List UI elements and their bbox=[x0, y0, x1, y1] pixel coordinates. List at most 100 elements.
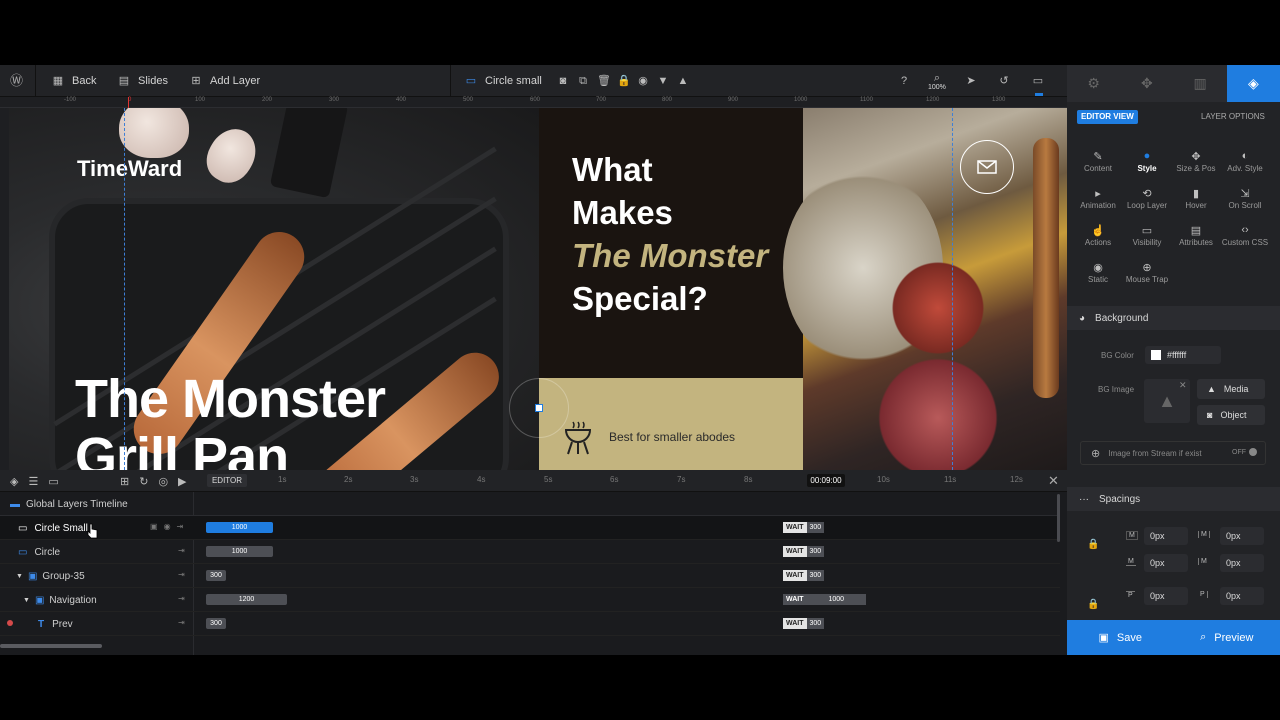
cursor-icon[interactable]: ➤ bbox=[965, 65, 977, 97]
padding-top-input[interactable]: 0px bbox=[1144, 587, 1188, 605]
padding-right-input[interactable]: 0px bbox=[1220, 587, 1264, 605]
pepper-mill-image bbox=[1033, 138, 1059, 398]
slides-button[interactable]: ▤ Slides bbox=[118, 65, 168, 97]
help-icon[interactable]: ? bbox=[898, 65, 910, 97]
media-button[interactable]: ▲ Media bbox=[1197, 379, 1265, 399]
chevron-down-icon[interactable]: ▼ bbox=[657, 75, 669, 87]
collapse-icon[interactable]: ⇥ bbox=[177, 522, 184, 531]
snap-icon[interactable]: ⊞ bbox=[120, 475, 129, 488]
wait-block[interactable]: WAIT 300 bbox=[783, 522, 825, 533]
slide-question: What Makes The Monster Special? bbox=[539, 108, 803, 378]
list-icon[interactable]: ☰ bbox=[28, 475, 38, 488]
zoom-control[interactable]: ⌕ 100% bbox=[928, 65, 946, 97]
editor-view-badge[interactable]: EDITOR VIEW bbox=[1077, 110, 1138, 124]
horizontal-scrollbar[interactable] bbox=[0, 644, 102, 648]
animation-bar[interactable]: 1200 bbox=[206, 594, 287, 605]
layer-row[interactable]: ▼ ▣ Navigation ⇥ 1200 WAIT 1000 bbox=[0, 588, 1060, 612]
collapse-icon[interactable]: ⇥ bbox=[178, 618, 185, 627]
animation-bar[interactable]: 1000 bbox=[206, 546, 273, 557]
margin-right-input[interactable]: 0px bbox=[1220, 527, 1264, 545]
layers-icon[interactable]: ◈ bbox=[10, 475, 18, 488]
image-from-stream-toggle[interactable]: ⊕ Image from Stream if exist OFF bbox=[1080, 441, 1266, 465]
on-scroll-option[interactable]: ⇲ On Scroll bbox=[1220, 187, 1270, 210]
object-button[interactable]: ◙ Object bbox=[1197, 405, 1265, 425]
link-lock-icon[interactable]: 🔒 bbox=[1087, 539, 1099, 550]
navigation-tab[interactable]: ✥ bbox=[1120, 65, 1173, 102]
undo-icon[interactable]: ↺ bbox=[998, 65, 1010, 97]
remove-icon[interactable]: ✕ bbox=[1179, 380, 1187, 391]
actions-option[interactable]: ☝ Actions bbox=[1073, 224, 1123, 247]
custom-css-option[interactable]: ‹› Custom CSS bbox=[1220, 224, 1270, 247]
margin-top-input[interactable]: 0px bbox=[1144, 527, 1188, 545]
layer-row[interactable]: ▭ Circle ⇥ 1000 WAIT 300 bbox=[0, 540, 1060, 564]
animation-bar[interactable]: 1000 bbox=[206, 522, 273, 533]
save-button[interactable]: ▣ Save bbox=[1067, 620, 1174, 655]
attributes-option[interactable]: ▤ Attributes bbox=[1171, 224, 1221, 247]
layer-selector[interactable]: ▭ Circle small bbox=[465, 65, 542, 97]
slide-canvas[interactable]: TimeWard The Monster Grill Pan What Make… bbox=[9, 108, 1067, 470]
chevron-up-icon[interactable]: ▲ bbox=[677, 75, 689, 87]
wordpress-icon[interactable]: Ⓦ bbox=[10, 65, 23, 97]
layer-row[interactable]: T Prev ⇥ 300 WAIT 300 bbox=[0, 612, 1060, 636]
question-text: Special? bbox=[572, 280, 708, 317]
slides-tab[interactable]: ▥ bbox=[1174, 65, 1227, 102]
add-layer-button[interactable]: ⊞ Add Layer bbox=[190, 65, 260, 97]
style-option[interactable]: ● Style bbox=[1122, 150, 1172, 173]
toggle-switch[interactable]: OFF bbox=[1232, 448, 1257, 456]
animation-bar[interactable]: 300 bbox=[206, 618, 226, 629]
margin-bottom-input[interactable]: 0px bbox=[1144, 554, 1188, 572]
magnet-icon[interactable]: ↻ bbox=[139, 475, 148, 488]
background-section-header[interactable]: ◕ Background bbox=[1067, 306, 1280, 330]
adv-style-option[interactable]: ◐ Adv. Style bbox=[1220, 150, 1270, 173]
edit-icon[interactable]: ◙ bbox=[557, 75, 569, 87]
spacings-section-header[interactable]: ··· Spacings bbox=[1067, 487, 1280, 511]
duplicate-icon[interactable]: ⧉ bbox=[577, 75, 589, 87]
mouse-trap-option[interactable]: ⊕ Mouse Trap bbox=[1122, 261, 1172, 284]
layer-row[interactable]: ▼ ▣ Group-35 ⇥ 300 WAIT 300 bbox=[0, 564, 1060, 588]
lock-icon[interactable]: 🔒 bbox=[617, 75, 631, 87]
back-button[interactable]: ▦ Back bbox=[52, 65, 97, 97]
collapse-icon[interactable]: ⇥ bbox=[178, 570, 185, 579]
play-icon[interactable]: ▶ bbox=[178, 475, 186, 488]
link-lock-icon[interactable]: 🔒 bbox=[1087, 599, 1099, 610]
playhead-time[interactable]: 00:09:00 bbox=[807, 474, 845, 487]
settings-tab[interactable]: ⚙ bbox=[1067, 65, 1120, 102]
folder-icon[interactable]: ▭ bbox=[48, 475, 58, 488]
layer-label: ▭ Circle bbox=[18, 546, 61, 558]
wait-block[interactable]: WAIT 300 bbox=[783, 570, 825, 581]
delete-icon[interactable]: 🗑 bbox=[597, 75, 611, 87]
square-icon: ▭ bbox=[18, 522, 28, 534]
preview-button[interactable]: ⌕ Preview bbox=[1174, 620, 1280, 655]
caret-down-icon[interactable]: ▼ bbox=[23, 597, 30, 604]
collapse-icon[interactable]: ⇥ bbox=[178, 594, 185, 603]
content-option[interactable]: ✎ Content bbox=[1073, 150, 1123, 173]
static-option[interactable]: ◉ Static bbox=[1073, 261, 1123, 284]
wait-block[interactable]: WAIT 1000 bbox=[783, 594, 867, 605]
wait-block[interactable]: WAIT 300 bbox=[783, 546, 825, 557]
loop-layer-option[interactable]: ⟲ Loop Layer bbox=[1122, 187, 1172, 210]
layers-tab[interactable]: ◈ bbox=[1226, 65, 1280, 102]
collapse-icon[interactable]: ⇥ bbox=[178, 546, 185, 555]
mail-circle-button[interactable] bbox=[960, 140, 1014, 194]
search-icon: ⌕ bbox=[933, 71, 941, 84]
wait-block[interactable]: WAIT 300 bbox=[783, 618, 825, 629]
target-icon[interactable]: ◎ bbox=[158, 475, 168, 488]
margin-bottom-label: M bbox=[1126, 558, 1136, 566]
eye-icon[interactable]: ◉ bbox=[164, 522, 171, 531]
layer-row[interactable]: ▭ Circle Small ▣ ◉ ⇥ 1000 WAIT 300 bbox=[0, 516, 1060, 540]
vertical-scrollbar[interactable] bbox=[1057, 494, 1060, 542]
timeline-header: ◈ ☰ ▭ ⊞ ↻ ◎ ▶ EDITOR 1s 2s 3s 4s 5s 6s 7… bbox=[0, 470, 1067, 492]
bg-color-field[interactable]: #ffffff bbox=[1145, 346, 1221, 364]
close-icon[interactable]: ✕ bbox=[1048, 473, 1059, 489]
size-pos-option[interactable]: ✥ Size & Pos bbox=[1171, 150, 1221, 173]
caret-down-icon[interactable]: ▼ bbox=[16, 573, 23, 580]
lock-icon[interactable]: ▣ bbox=[150, 522, 158, 531]
visibility-option[interactable]: ▭ Visibility bbox=[1122, 224, 1172, 247]
eye-icon[interactable]: ◉ bbox=[637, 75, 649, 87]
margin-left-input[interactable]: 0px bbox=[1220, 554, 1264, 572]
hover-option[interactable]: ▮ Hover bbox=[1171, 187, 1221, 210]
selection-handle[interactable] bbox=[535, 404, 543, 412]
animation-option[interactable]: ▸ Animation bbox=[1073, 187, 1123, 210]
animation-bar[interactable]: 300 bbox=[206, 570, 226, 581]
editor-button[interactable]: EDITOR bbox=[207, 474, 247, 487]
